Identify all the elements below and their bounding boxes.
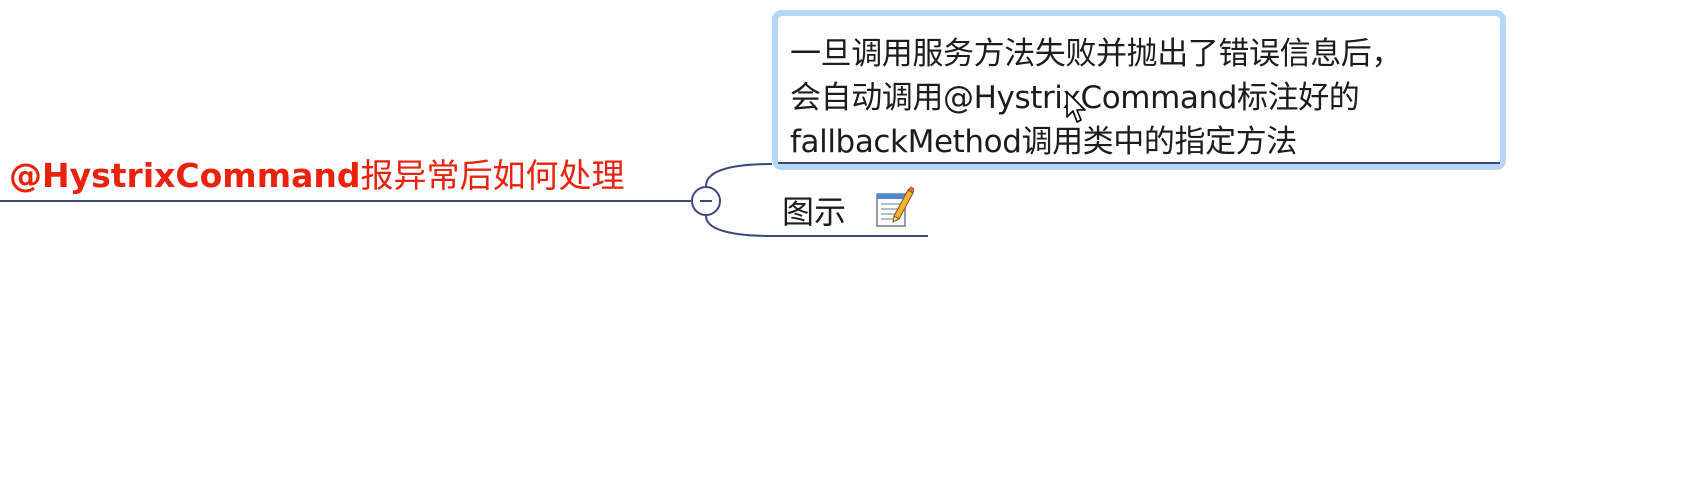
branch-connector-upper xyxy=(705,163,773,187)
subtopic-text: 一旦调用服务方法失败并抛出了错误信息后， 会自动调用@HystrixComman… xyxy=(790,36,1402,160)
parent-topic-label-rest: 报异常后如何处理 xyxy=(360,156,625,195)
parent-topic-label-bold: @HystrixCommand xyxy=(9,156,361,195)
parent-topic[interactable]: @HystrixCommand报异常后如何处理 xyxy=(9,155,624,197)
selected-subtopic[interactable]: 一旦调用服务方法失败并抛出了错误信息后， 会自动调用@HystrixComman… xyxy=(772,10,1506,170)
subtopic-diagram-label: 图示 xyxy=(782,193,847,231)
subtopic-diagram[interactable]: 图示 xyxy=(782,190,846,234)
mouse-pointer-icon xyxy=(1066,91,1086,123)
mindmap-canvas[interactable]: @HystrixCommand报异常后如何处理 一旦调用服务方法失败并抛出了错误… xyxy=(0,0,1681,502)
note-pencil-icon[interactable] xyxy=(874,186,914,230)
subtopic-underline xyxy=(778,162,1500,164)
collapse-toggle-button[interactable] xyxy=(691,186,721,216)
